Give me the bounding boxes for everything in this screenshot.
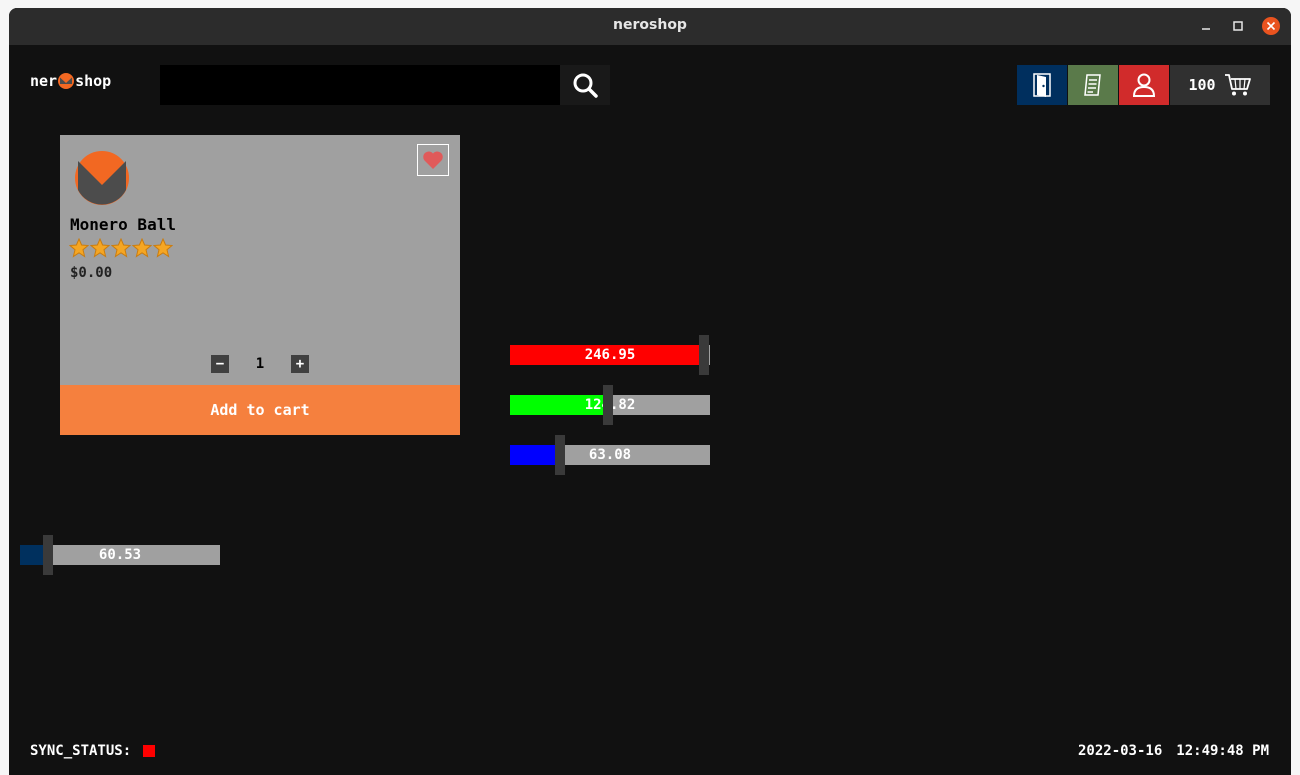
quantity-decrease-button[interactable]: − xyxy=(211,355,229,373)
product-rating xyxy=(69,238,174,258)
maximize-button[interactable] xyxy=(1229,17,1247,35)
account-button[interactable] xyxy=(1119,65,1169,105)
cart-icon xyxy=(1224,74,1251,96)
sync-status-label: SYNC_STATUS: xyxy=(30,743,132,759)
user-icon xyxy=(1132,73,1156,97)
receipt-icon xyxy=(1084,74,1101,96)
login-button[interactable] xyxy=(1017,65,1067,105)
close-button[interactable] xyxy=(1262,17,1280,35)
slider-handle[interactable] xyxy=(699,335,709,375)
cart-count: 100 xyxy=(1188,76,1216,94)
cart-button[interactable]: 100 xyxy=(1170,65,1270,105)
window-title: neroshop xyxy=(613,17,687,33)
star-icon xyxy=(90,238,110,258)
search-input[interactable] xyxy=(160,65,560,105)
minimize-button[interactable] xyxy=(1197,17,1215,35)
star-icon xyxy=(111,238,131,258)
monero-logo-icon xyxy=(58,73,75,89)
green-slider[interactable]: 124.82 xyxy=(510,385,710,425)
date-text: 2022-03-16 xyxy=(1077,743,1163,759)
favorite-button[interactable] xyxy=(417,144,449,176)
slider-handle[interactable] xyxy=(603,385,613,425)
slider-value: 246.95 xyxy=(584,347,636,363)
product-name: Monero Ball xyxy=(70,215,176,234)
add-to-cart-button[interactable]: Add to cart xyxy=(60,385,460,435)
title-bar: neroshop xyxy=(9,8,1291,45)
slider-handle[interactable] xyxy=(43,535,53,575)
red-slider[interactable]: 246.95 xyxy=(510,335,710,375)
heart-icon xyxy=(423,151,443,169)
slider-handle[interactable] xyxy=(555,435,565,475)
navy-slider[interactable]: 60.53 xyxy=(20,535,220,575)
quantity-value: 1 xyxy=(255,356,265,372)
sync-status: SYNC_STATUS: xyxy=(30,743,156,759)
product-price: $0.00 xyxy=(70,265,113,281)
search-button[interactable] xyxy=(560,65,610,105)
slider-value: 63.08 xyxy=(588,447,632,463)
door-icon xyxy=(1033,73,1051,97)
maximize-icon xyxy=(1233,21,1243,31)
quantity-increase-button[interactable]: + xyxy=(291,355,309,373)
star-icon xyxy=(153,238,173,258)
logo-text-left: ner xyxy=(30,72,58,90)
search-icon xyxy=(573,73,598,98)
datetime: 2022-03-16 12:49:48 PM xyxy=(1078,743,1269,759)
logo-text-right: shop xyxy=(75,72,112,90)
product-image xyxy=(75,151,129,205)
star-icon xyxy=(132,238,152,258)
app-logo: ner shop xyxy=(30,72,111,90)
sync-status-indicator xyxy=(143,745,156,757)
orders-button[interactable] xyxy=(1068,65,1118,105)
product-card[interactable]: Monero Ball $0.00 − 1 + Add to cart xyxy=(60,135,460,435)
time-text: 12:49:48 PM xyxy=(1176,743,1269,759)
star-icon xyxy=(69,238,89,258)
close-icon xyxy=(1266,21,1276,31)
blue-slider[interactable]: 63.08 xyxy=(510,435,710,475)
app-window: neroshop ner shop 100 Monero Ball $0.00 … xyxy=(9,8,1291,775)
minimize-icon xyxy=(1202,28,1210,30)
